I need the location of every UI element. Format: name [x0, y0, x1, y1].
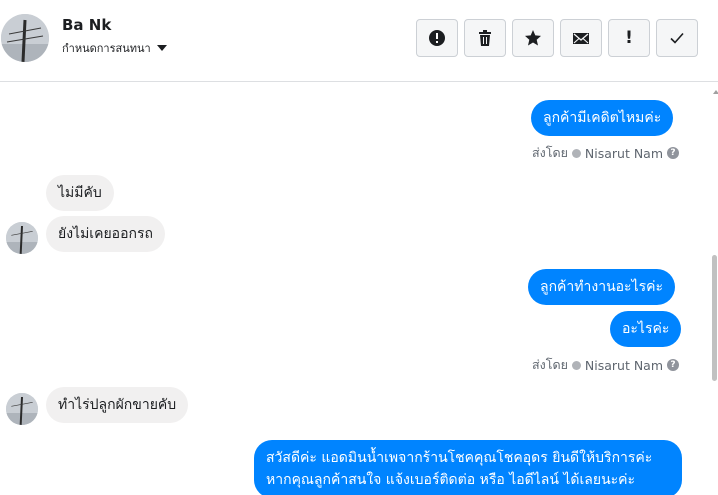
report-button[interactable]	[416, 19, 458, 57]
sender-avatar[interactable]	[6, 393, 38, 425]
conversation-view: Ba Nk กำหนดการสนทนา ! ลูกค้ามีเคดิตไหมค่…	[0, 0, 718, 495]
important-button[interactable]: !	[608, 19, 650, 57]
sender-name[interactable]: Nisarut Nam	[585, 146, 663, 161]
message-incoming[interactable]: ยังไม่เคยออกรถ	[46, 216, 165, 252]
avatar-photo	[6, 222, 38, 254]
avatar-photo	[1, 14, 49, 62]
greeting-line-1: สวัสดีค่ะ แอดมินน้ำเพจากร้านโชคคุณโชคอุด…	[266, 450, 653, 466]
scroll-up-arrow-icon[interactable]	[713, 90, 718, 94]
check-circle-icon	[571, 148, 581, 158]
avatar-photo	[6, 393, 38, 425]
message-outgoing[interactable]: ลูกค้ามีเคดิตไหมค่ะ	[531, 100, 674, 136]
star-button[interactable]	[512, 19, 554, 57]
star-icon	[525, 30, 541, 46]
mark-unread-button[interactable]	[560, 19, 602, 57]
delete-button[interactable]	[464, 19, 506, 57]
sent-by-line: ส่งโดย Nisarut Nam ?	[532, 355, 680, 375]
conversation-settings-dropdown[interactable]: กำหนดการสนทนา	[62, 39, 167, 57]
help-icon[interactable]: ?	[667, 147, 680, 159]
contact-name[interactable]: Ba Nk	[62, 16, 111, 34]
done-button[interactable]	[656, 19, 698, 57]
conversation-toolbar: !	[416, 19, 698, 57]
help-icon[interactable]: ?	[667, 359, 680, 371]
caret-down-icon	[156, 45, 167, 51]
message-outgoing[interactable]: ลูกค้าทำงานอะไรค่ะ	[528, 269, 676, 305]
message-outgoing[interactable]: อะไรค่ะ	[610, 311, 682, 347]
contact-avatar[interactable]	[1, 14, 49, 62]
message-outgoing-greeting[interactable]: สวัสดีค่ะ แอดมินน้ำเพจากร้านโชคคุณโชคอุด…	[254, 440, 682, 495]
sender-name[interactable]: Nisarut Nam	[585, 358, 663, 373]
envelope-icon	[573, 33, 589, 44]
greeting-line-2: หากคุณลูกค้าสนใจ แจ้งเบอร์ติดต่อ หรือ ไอ…	[266, 472, 636, 488]
sender-avatar[interactable]	[6, 222, 38, 254]
scrollbar-thumb[interactable]	[712, 255, 717, 381]
message-list[interactable]: ลูกค้ามีเคดิตไหมค่ะ ส่งโดย Nisarut Nam ?…	[0, 83, 710, 495]
check-circle-icon	[571, 360, 581, 370]
check-icon	[670, 32, 684, 44]
sent-by-label: ส่งโดย	[532, 357, 568, 372]
sent-by-line: ส่งโดย Nisarut Nam ?	[532, 143, 680, 163]
sent-by-label: ส่งโดย	[532, 145, 568, 160]
message-incoming[interactable]: ทำไร่ปลูกผักขายคับ	[46, 387, 189, 423]
trash-icon	[479, 30, 491, 46]
exclamation-icon: !	[625, 27, 633, 48]
conversation-settings-label: กำหนดการสนทนา	[62, 42, 151, 55]
alert-circle-icon	[429, 30, 445, 46]
conversation-header: Ba Nk กำหนดการสนทนา !	[0, 0, 718, 82]
message-incoming[interactable]: ไม่มีคับ	[46, 175, 114, 211]
